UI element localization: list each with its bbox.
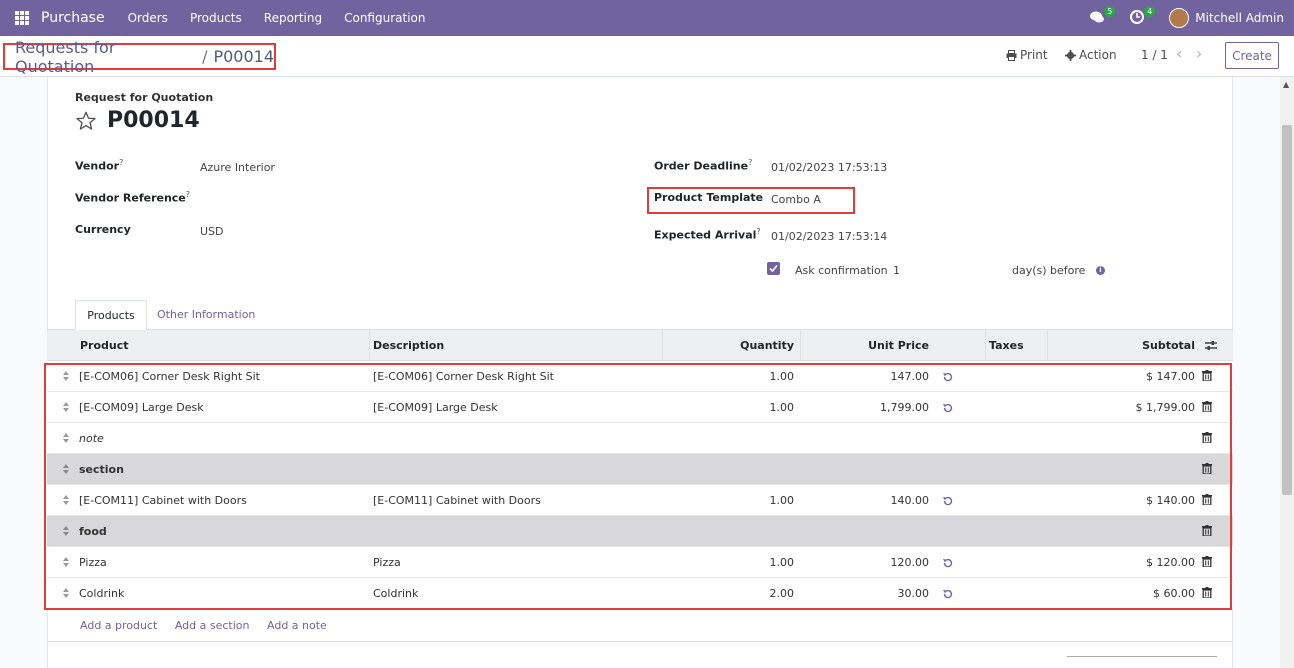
order-deadline-field[interactable]: 01/02/2023 17:53:13	[771, 161, 887, 174]
vendor-field[interactable]: Azure Interior	[200, 161, 275, 174]
messaging-button[interactable]: 5	[1089, 6, 1116, 27]
column-quantity[interactable]: Quantity	[664, 330, 794, 361]
vendor-reference-help-mark: ?	[185, 190, 191, 199]
ask-confirmation-label: Ask confirmation	[795, 264, 888, 277]
control-panel: Requests for Quotation / P00014 Print Ac…	[0, 36, 1294, 77]
document-type-label: Request for Quotation	[75, 91, 214, 104]
column-separator	[369, 330, 370, 361]
product-template-field[interactable]: Combo A	[771, 193, 821, 206]
menu-products[interactable]: Products	[179, 11, 253, 25]
print-label: Print	[1020, 48, 1048, 62]
chat-icon	[1090, 11, 1105, 23]
lines-bottom-divider	[47, 641, 1233, 642]
total-divider	[1067, 656, 1217, 657]
column-separator	[1047, 330, 1048, 361]
breadcrumb-link-rfq[interactable]: Requests for Quotation	[15, 38, 196, 76]
pager-next-icon[interactable]: ›	[1196, 44, 1202, 63]
vendor-reference-field[interactable]	[200, 193, 400, 207]
print-button[interactable]: Print	[1006, 48, 1048, 62]
checkmark-icon	[769, 264, 778, 273]
add-note-link[interactable]: Add a note	[267, 619, 327, 632]
scroll-thumb[interactable]	[1282, 125, 1292, 495]
column-taxes[interactable]: Taxes	[989, 330, 1024, 361]
expected-arrival-field[interactable]: 01/02/2023 17:53:14	[771, 230, 887, 243]
order-deadline-help-mark: ?	[748, 158, 753, 167]
add-section-link[interactable]: Add a section	[175, 619, 250, 632]
info-icon[interactable]: i	[1096, 266, 1105, 275]
ask-confirmation-days-field[interactable]: 1	[893, 264, 900, 277]
vendor-reference-label: Vendor Reference?	[75, 190, 190, 205]
ask-confirmation-checkbox[interactable]	[767, 262, 780, 275]
menu-configuration[interactable]: Configuration	[333, 11, 436, 25]
column-separator	[800, 330, 801, 361]
order-lines-highlight	[44, 363, 1232, 610]
pager-value[interactable]: 1 / 1	[1141, 48, 1168, 62]
order-lines-header: Product Description Quantity Unit Price …	[47, 330, 1233, 361]
vendor-label: Vendor?	[75, 158, 123, 173]
expected-arrival-label-text: Expected Arrival	[654, 228, 757, 242]
vendor-label-text: Vendor	[75, 159, 120, 173]
messages-badge: 5	[1104, 6, 1116, 17]
days-before-label: day(s) before	[1012, 264, 1086, 277]
optional-columns-icon[interactable]	[1205, 340, 1217, 354]
activities-button[interactable]: 4	[1129, 6, 1156, 27]
order-deadline-label: Order Deadline?	[654, 158, 752, 173]
column-description[interactable]: Description	[373, 330, 444, 361]
column-unit-price[interactable]: Unit Price	[802, 330, 929, 361]
add-line-links: Add a product Add a section Add a note	[80, 619, 341, 632]
column-separator	[662, 330, 663, 361]
create-button[interactable]: Create	[1225, 42, 1279, 69]
column-subtotal[interactable]: Subtotal	[1049, 330, 1195, 361]
currency-label: Currency	[75, 223, 131, 236]
user-menu[interactable]: Mitchell Admin	[1195, 11, 1284, 25]
expected-arrival-help-mark: ?	[756, 227, 761, 236]
menu-orders[interactable]: Orders	[117, 11, 179, 25]
product-template-label: Product Template	[654, 191, 764, 204]
menu-reporting[interactable]: Reporting	[253, 11, 333, 25]
action-button[interactable]: Action	[1065, 48, 1117, 62]
clock-icon	[1130, 10, 1145, 24]
top-navbar: Purchase Orders Products Reporting Confi…	[0, 0, 1294, 36]
breadcrumb: Requests for Quotation / P00014	[3, 38, 276, 76]
star-icon[interactable]	[75, 110, 97, 135]
app-name[interactable]: Purchase	[41, 10, 105, 26]
add-product-link[interactable]: Add a product	[80, 619, 157, 632]
column-product[interactable]: Product	[80, 330, 129, 361]
currency-field[interactable]: USD	[200, 225, 224, 238]
column-separator	[985, 330, 986, 361]
tab-other-information[interactable]: Other Information	[157, 308, 255, 321]
document-name: P00014	[107, 108, 200, 133]
scrollbar[interactable]: ▲	[1280, 77, 1294, 668]
action-label: Action	[1079, 48, 1117, 62]
pager-previous-icon[interactable]: ‹	[1176, 44, 1182, 63]
order-deadline-label-text: Order Deadline	[654, 159, 749, 173]
gear-icon	[1065, 49, 1076, 61]
scroll-up-icon[interactable]: ▲	[1283, 80, 1289, 89]
activities-badge: 4	[1144, 6, 1156, 17]
expected-arrival-label: Expected Arrival?	[654, 227, 761, 242]
avatar[interactable]	[1169, 8, 1190, 28]
tab-products[interactable]: Products	[75, 300, 147, 330]
vendor-help-mark: ?	[119, 158, 124, 167]
vendor-reference-label-text: Vendor Reference	[75, 191, 186, 205]
apps-menu-icon[interactable]	[15, 11, 29, 25]
breadcrumb-current: P00014	[213, 47, 274, 66]
breadcrumb-separator: /	[202, 47, 208, 66]
print-icon	[1006, 49, 1017, 61]
